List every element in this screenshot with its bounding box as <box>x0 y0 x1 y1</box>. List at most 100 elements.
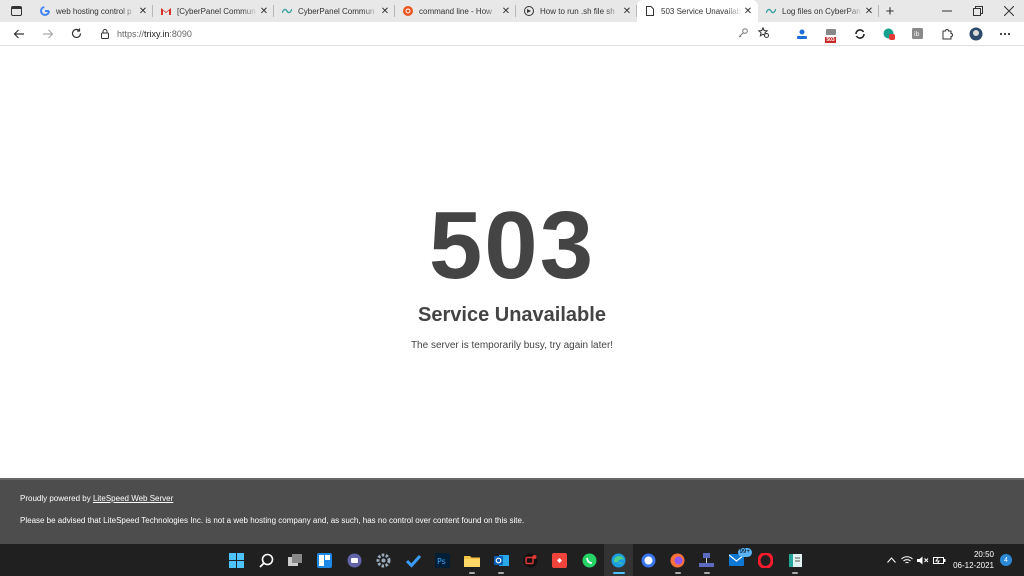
task-view-button[interactable] <box>281 544 310 576</box>
notification-count-badge[interactable]: 4 <box>1000 554 1012 566</box>
settings-menu-button[interactable] <box>990 22 1019 46</box>
more-icon <box>999 32 1010 35</box>
anydesk-icon <box>552 552 568 568</box>
running-indicator <box>498 572 505 574</box>
start-icon <box>229 552 245 568</box>
tab-actions-icon <box>10 6 22 16</box>
extension-profile-button[interactable] <box>787 22 816 46</box>
tab-askubuntu[interactable]: command line - How ✕ <box>395 0 516 22</box>
show-hidden-icons-button[interactable] <box>883 557 899 563</box>
tab-actions-button[interactable] <box>0 0 32 22</box>
tab-log-files[interactable]: Log files on CyberPan ✕ <box>758 0 879 22</box>
wifi-button[interactable] <box>899 555 915 565</box>
photoshop-app-button[interactable]: Ps <box>428 544 457 576</box>
whatsapp-button[interactable] <box>575 544 604 576</box>
close-tab-icon[interactable]: ✕ <box>137 6 149 17</box>
teams-chat-button[interactable] <box>340 544 369 576</box>
firefox-icon <box>670 553 685 567</box>
unread-badge: 99+ <box>737 548 752 557</box>
profile-button[interactable] <box>961 22 990 46</box>
tab-google[interactable]: web hosting control p ✕ <box>32 0 153 22</box>
forward-button[interactable] <box>33 22 62 46</box>
signal-button[interactable] <box>633 544 662 576</box>
extension-sync-button[interactable] <box>845 22 874 46</box>
extension-503-button[interactable]: 503 <box>816 22 845 46</box>
widgets-icon <box>317 552 333 568</box>
tab-title: web hosting control p <box>56 6 132 16</box>
screen-recorder-button[interactable] <box>516 544 545 576</box>
volume-button[interactable] <box>915 556 931 565</box>
sync-icon <box>854 28 865 39</box>
clock-date: 06-12-2021 <box>953 561 994 570</box>
outlook-app-button[interactable] <box>487 544 516 576</box>
close-tab-icon[interactable]: ✕ <box>742 6 754 17</box>
photoshop-icon: Ps <box>434 552 450 568</box>
file-explorer-button[interactable] <box>457 544 486 576</box>
mail-app-button[interactable]: 99+ <box>722 544 752 576</box>
lock-icon[interactable] <box>101 28 109 39</box>
taskbar-search-button[interactable] <box>251 544 280 576</box>
whatsapp-icon <box>582 553 597 567</box>
widgets-button[interactable] <box>310 544 339 576</box>
cyberpanel-icon <box>766 6 776 16</box>
settings-app-button[interactable] <box>369 544 398 576</box>
tab-title: 503 Service Unavailab <box>661 6 742 16</box>
powered-by: Proudly powered by LiteSpeed Web Server <box>20 494 173 503</box>
todo-app-button[interactable] <box>398 544 427 576</box>
opera-button[interactable] <box>751 544 780 576</box>
signal-icon <box>641 553 656 567</box>
page-content: 503 Service Unavailable The server is te… <box>0 47 1024 478</box>
clock[interactable]: 20:50 06-12-2021 <box>953 549 994 571</box>
tab-run-sh-file[interactable]: How to run .sh file sh ✕ <box>516 0 637 22</box>
forward-arrow-icon <box>42 29 53 38</box>
network-app-icon <box>699 552 715 567</box>
battery-button[interactable] <box>931 556 947 565</box>
todo-icon <box>405 554 421 568</box>
extension-grammarly-button[interactable] <box>874 22 903 46</box>
close-tab-icon[interactable]: ✕ <box>500 6 512 17</box>
extensions-button[interactable] <box>932 22 961 46</box>
close-tab-icon[interactable]: ✕ <box>621 6 633 17</box>
svg-text:Ps: Ps <box>437 557 446 566</box>
close-window-button[interactable] <box>993 0 1024 22</box>
chevron-up-icon <box>886 557 896 563</box>
restore-icon <box>972 6 983 16</box>
person-upload-icon <box>796 29 807 39</box>
close-tab-icon[interactable]: ✕ <box>863 6 875 17</box>
close-icon <box>1003 6 1014 16</box>
anydesk-button[interactable] <box>545 544 574 576</box>
tab-gmail[interactable]: [CyberPanel Commun ✕ <box>153 0 274 22</box>
tab-cyberpanel-community[interactable]: CyberPanel Commun ✕ <box>274 0 395 22</box>
minimize-button[interactable] <box>931 0 962 22</box>
tab-503-active[interactable]: 503 Service Unavailab ✕ <box>637 0 758 22</box>
teams-chat-icon <box>347 553 362 567</box>
stack-icon <box>524 6 534 16</box>
add-favorite-icon[interactable] <box>757 26 769 40</box>
key-icon[interactable] <box>738 27 748 40</box>
close-tab-icon[interactable]: ✕ <box>258 6 270 17</box>
plus-icon: + <box>885 2 895 20</box>
back-button[interactable] <box>4 22 33 46</box>
edge-button[interactable] <box>604 544 634 576</box>
notepad-icon <box>788 553 802 567</box>
start-button[interactable] <box>222 544 251 576</box>
firefox-button[interactable] <box>663 544 692 576</box>
notepad-button[interactable] <box>780 544 809 576</box>
restore-button[interactable] <box>962 0 993 22</box>
refresh-button[interactable] <box>62 22 91 46</box>
litespeed-link[interactable]: LiteSpeed Web Server <box>93 494 173 503</box>
status-badge: 503 <box>825 36 836 43</box>
battery-charging-icon <box>932 556 946 564</box>
network-app-button[interactable] <box>692 544 721 576</box>
new-tab-button[interactable]: + <box>879 0 901 22</box>
running-indicator <box>703 572 710 574</box>
minimize-icon <box>941 10 952 12</box>
taskbar: Ps 99+ 20:50 06-12-2021 4 <box>0 544 1024 576</box>
address-bar[interactable]: https://trixy.in:8090 <box>95 24 775 44</box>
back-arrow-icon <box>13 29 24 38</box>
extension-ib-button[interactable]: ib <box>903 22 932 46</box>
running-indicator <box>468 572 475 574</box>
gmail-icon <box>161 6 171 16</box>
close-tab-icon[interactable]: ✕ <box>379 6 391 17</box>
window-controls <box>931 0 1024 22</box>
